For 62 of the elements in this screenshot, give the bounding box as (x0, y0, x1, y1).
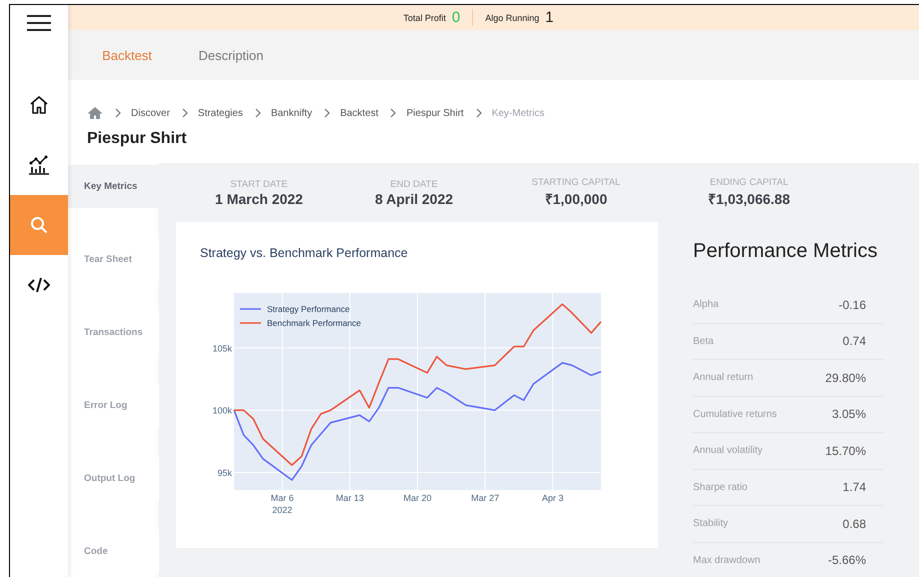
y-tick-label: 100k (212, 406, 232, 416)
breadcrumb-link[interactable]: Banknifty (270, 108, 312, 118)
metric-value: 0.74 (842, 334, 866, 348)
x-tick-label: Mar 13 (336, 493, 364, 503)
summary-value: ₹1,00,000 (544, 190, 608, 208)
breadcrumb-link[interactable]: Strategies (198, 108, 243, 118)
stat-label: Total Profit (403, 12, 446, 22)
metric-label: Cumulative returns (693, 408, 777, 420)
metric-value: 1.74 (842, 480, 866, 494)
chevron-icon (182, 108, 188, 118)
x-tick-label: 2022 (272, 505, 292, 515)
chevron-icon (324, 108, 330, 118)
menu-icon[interactable] (26, 14, 52, 32)
chevron-icon (115, 108, 121, 118)
summary-label: END DATE (390, 178, 438, 190)
metric-value: 0.68 (842, 516, 866, 531)
metric-value: 15.70% (825, 444, 866, 458)
metric-value: -0.16 (838, 298, 866, 312)
metric-label: Alpha (693, 299, 719, 310)
chart-title: Strategy vs. Benchmark Performance (200, 246, 408, 260)
x-tick-label: Mar 27 (471, 493, 500, 503)
summary-value: 8 April 2022 (374, 190, 454, 206)
y-tick-label: 105k (212, 343, 232, 354)
panel-title: Performance Metrics (693, 240, 878, 263)
summary-label: ENDING CAPITAL (710, 177, 788, 188)
metric-value: -5.66% (828, 553, 866, 568)
tab[interactable]: Description (191, 30, 271, 83)
breadcrumb-link[interactable]: Discover (131, 108, 170, 118)
section-item[interactable]: Key Metrics (68, 165, 159, 208)
x-tick-label: Apr 3 (542, 493, 564, 503)
metric-label: Beta (693, 336, 714, 347)
stat-value: 1 (545, 9, 554, 26)
legend-label: Benchmark Performance (267, 318, 362, 328)
chevron-icon (254, 108, 261, 118)
legend-label: Strategy Performance (267, 304, 350, 314)
y-tick-label: 95k (217, 468, 232, 478)
chevron-icon (390, 108, 396, 118)
metric-label: Max drawdown (693, 554, 760, 566)
stat-label: Algo Running (485, 12, 540, 22)
summary-label: STARTING CAPITAL (532, 177, 620, 188)
stat-value: 0 (452, 9, 460, 26)
breadcrumb-link[interactable]: Key-Metrics (492, 108, 544, 118)
home-icon (29, 95, 49, 115)
metric-value: 29.80% (825, 370, 866, 385)
chart-icon (28, 155, 50, 175)
code-icon (28, 277, 50, 293)
summary-value: 1 March 2022 (215, 190, 303, 206)
metric-label: Annual volatility (693, 445, 762, 456)
x-tick-label: Mar 20 (404, 493, 432, 503)
metric-label: Annual return (693, 372, 754, 384)
metric-label: Stability (693, 518, 728, 530)
x-tick-label: Mar 6 (270, 493, 294, 503)
search-icon (30, 216, 48, 234)
breadcrumb-link[interactable]: Piespur Shirt (406, 108, 464, 118)
metric-value: 3.05% (832, 407, 866, 422)
chevron-icon (476, 108, 482, 118)
home-icon[interactable] (87, 106, 103, 120)
summary-value: ₹1,03,066.88 (708, 190, 790, 208)
summary-label: START DATE (230, 178, 288, 190)
metric-label: Sharpe ratio (693, 482, 748, 493)
page-title: Piespur Shirt (87, 130, 188, 148)
breadcrumb-link[interactable]: Backtest (340, 108, 378, 118)
